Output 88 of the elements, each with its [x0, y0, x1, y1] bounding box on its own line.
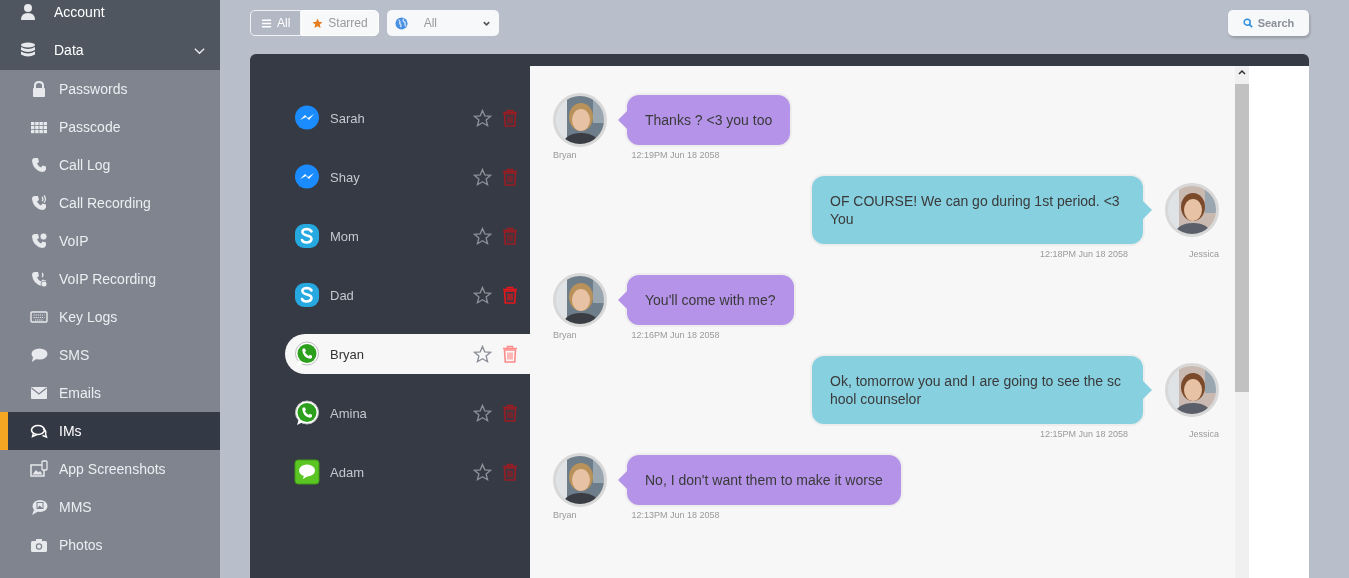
scrollbar[interactable]: [1235, 66, 1249, 578]
contact-name: Sarah: [330, 110, 365, 126]
sidebar-item[interactable]: Data: [0, 30, 220, 70]
globe-icon: [394, 16, 408, 30]
contact-name: Shay: [330, 169, 360, 185]
scroll-thumb[interactable]: [1235, 84, 1249, 392]
sidebar-item[interactable]: Passwords: [0, 70, 220, 108]
contact-name: Adam: [330, 464, 364, 480]
delete-icon[interactable]: [502, 404, 518, 422]
skype-icon: [294, 223, 320, 249]
chat-bubble-icon: [30, 346, 48, 364]
whatsapp-icon: [294, 400, 320, 426]
phone-icon: [30, 232, 48, 250]
contact-name: Mom: [330, 228, 359, 244]
message-bubble: Ok, tomorrow you and I are going to see the school counselor: [810, 354, 1145, 426]
list-icon: [261, 17, 272, 29]
delete-icon[interactable]: [502, 286, 518, 304]
timestamp: 12:13PM Jun 18 2058: [631, 510, 720, 520]
app-filter-dropdown[interactable]: All: [386, 10, 499, 36]
image-message-icon: [30, 498, 48, 516]
star-icon[interactable]: [473, 285, 492, 305]
filter-tab[interactable]: All: [250, 10, 302, 36]
screenshot-icon: [30, 460, 48, 478]
messenger-icon: [294, 164, 320, 190]
star-icon: [312, 17, 324, 29]
chat-bubbles-icon: [30, 422, 48, 440]
contact-item[interactable]: Bryan: [285, 334, 530, 374]
message-bubble: Thanks ? <3 you too: [625, 93, 793, 147]
contact-item[interactable]: Adam: [285, 452, 530, 492]
contact-item[interactable]: Amina: [285, 393, 530, 433]
whatsapp-icon: [294, 341, 320, 367]
database-icon: [19, 41, 37, 59]
phone-icon: [30, 156, 48, 174]
contact-item[interactable]: Mom: [285, 216, 530, 256]
delete-icon[interactable]: [502, 227, 518, 245]
lock-icon: [30, 80, 48, 98]
sidebar-item[interactable]: Call Log: [0, 146, 220, 184]
phone-icon: [30, 194, 48, 212]
star-icon[interactable]: [473, 108, 492, 128]
contact-item[interactable]: Dad: [285, 275, 530, 315]
phone-icon: [30, 270, 48, 288]
search-button[interactable]: Search: [1228, 10, 1309, 36]
delete-icon[interactable]: [502, 168, 518, 186]
star-icon[interactable]: [473, 167, 492, 187]
contact-item[interactable]: Shay: [285, 157, 530, 197]
sender-name: Bryan: [553, 150, 577, 160]
sender-name: Jessica: [1188, 429, 1219, 439]
message-bubble: OF COURSE! We can go during 1st period. <3 You: [810, 174, 1145, 246]
sidebar-item[interactable]: MMS: [0, 488, 220, 526]
sidebar-item[interactable]: Emails: [0, 374, 220, 412]
sidebar-item[interactable]: IMs: [0, 412, 220, 450]
sidebar-item[interactable]: Key Logs: [0, 298, 220, 336]
delete-icon[interactable]: [502, 109, 518, 127]
sender-name: Bryan: [553, 330, 577, 340]
sidebar-item[interactable]: Photos: [0, 526, 220, 564]
sidebar-item[interactable]: Call Recording: [0, 184, 220, 222]
sidebar-item[interactable]: Account: [0, 0, 220, 30]
star-icon[interactable]: [473, 344, 492, 364]
timestamp: 12:16PM Jun 18 2058: [631, 330, 720, 340]
star-icon[interactable]: [473, 226, 492, 246]
skype-icon: [294, 282, 320, 308]
contact-name: Amina: [330, 405, 367, 421]
contact-name: Dad: [330, 287, 354, 303]
user-icon: [19, 2, 37, 21]
camera-icon: [30, 536, 48, 554]
search-icon: [1242, 18, 1253, 28]
sidebar-item[interactable]: SMS: [0, 336, 220, 374]
star-icon[interactable]: [473, 462, 492, 482]
star-icon[interactable]: [473, 403, 492, 423]
delete-icon[interactable]: [502, 463, 518, 481]
sidebar-item[interactable]: App Screenshots: [0, 450, 220, 488]
message-bubble: You'll come with me?: [625, 273, 796, 327]
sidebar-item[interactable]: VoIP Recording: [0, 260, 220, 298]
timestamp: 12:15PM Jun 18 2058: [1039, 429, 1128, 439]
sidebar-item[interactable]: VoIP: [0, 222, 220, 260]
message-bubble: No, I don't want them to make it worse: [625, 453, 903, 507]
sender-name: Jessica: [1188, 249, 1219, 259]
timestamp: 12:19PM Jun 18 2058: [631, 150, 720, 160]
delete-icon[interactable]: [502, 345, 518, 363]
filter-tab[interactable]: Starred: [301, 10, 379, 36]
sidebar-item[interactable]: Passcode: [0, 108, 220, 146]
timestamp: 12:18PM Jun 18 2058: [1039, 249, 1128, 259]
envelope-icon: [30, 384, 48, 402]
messenger-icon: [294, 105, 320, 131]
contact-item[interactable]: Sarah: [285, 98, 530, 138]
contact-name: Bryan: [330, 346, 364, 362]
keyboard-icon: [30, 308, 48, 326]
sender-name: Bryan: [553, 510, 577, 520]
